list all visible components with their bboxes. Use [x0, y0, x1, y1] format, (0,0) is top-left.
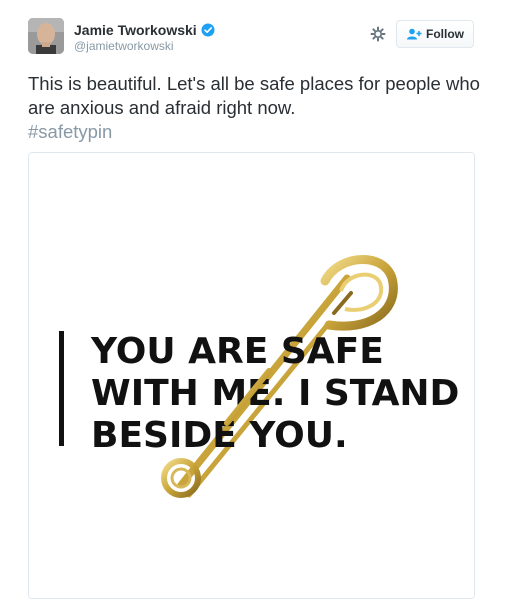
tweet-text: This is beautiful. Let's all be safe pla… [28, 72, 488, 144]
text-divider-bar [59, 331, 64, 446]
image-text-line1: YOU ARE SAFE [90, 331, 384, 372]
avatar-image [28, 18, 64, 54]
image-text-line2: WITH ME. I STAND [91, 373, 459, 414]
hashtag-link[interactable]: #safetypin [28, 120, 488, 144]
avatar[interactable] [28, 18, 64, 54]
gear-icon[interactable] [370, 26, 386, 42]
verified-badge-icon [201, 23, 215, 37]
tweet-card: Jamie Tworkowski @jamietworkowski Follow… [0, 0, 505, 607]
add-user-icon [407, 28, 422, 40]
user-handle[interactable]: @jamietworkowski [74, 39, 215, 53]
user-name[interactable]: Jamie Tworkowski [74, 22, 197, 38]
tweet-image[interactable]: YOU ARE SAFE WITH ME. I STAND BESIDE YOU… [28, 152, 475, 599]
safety-pin-image: YOU ARE SAFE WITH ME. I STAND BESIDE YOU… [29, 153, 474, 598]
user-info: Jamie Tworkowski @jamietworkowski [74, 22, 215, 53]
image-text-line3: BESIDE YOU. [91, 415, 348, 456]
follow-button[interactable]: Follow [396, 20, 474, 48]
follow-button-label: Follow [426, 27, 464, 41]
tweet-body: This is beautiful. Let's all be safe pla… [28, 73, 480, 118]
